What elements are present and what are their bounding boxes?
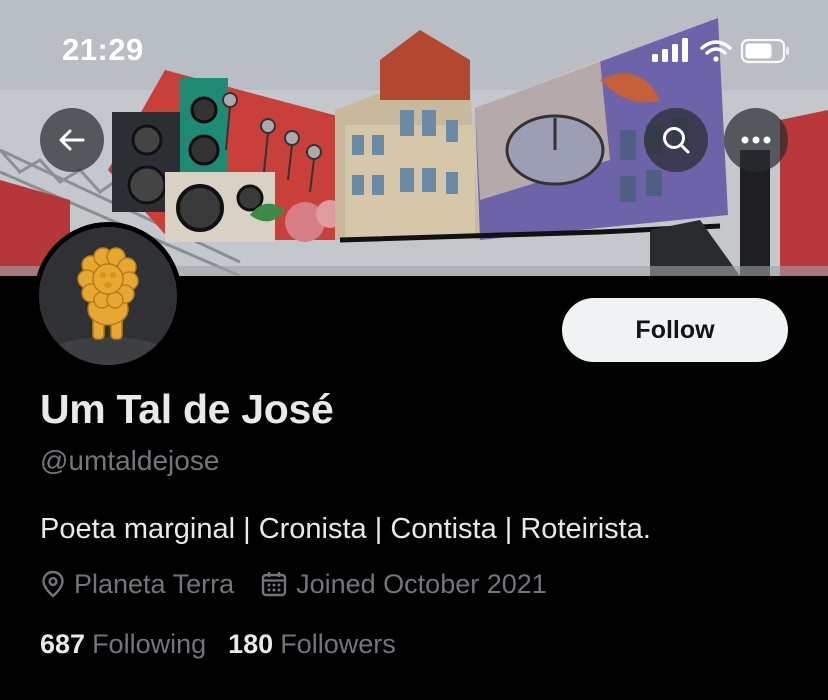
cellular-signal-icon: [652, 38, 688, 62]
wifi-icon: [700, 40, 732, 62]
joined-date-item: Joined October 2021: [260, 569, 547, 600]
follow-button[interactable]: Follow: [562, 298, 788, 362]
avatar-image: [39, 227, 177, 365]
status-icons: [652, 38, 789, 64]
display-name: Um Tal de José: [40, 386, 334, 432]
back-button[interactable]: [40, 108, 104, 172]
followers-stat[interactable]: 180 Followers: [228, 629, 396, 660]
username-handle: @umtaldejose: [40, 445, 220, 476]
search-icon: [663, 127, 690, 154]
ellipsis-icon: [741, 136, 771, 144]
following-count: 687: [40, 628, 86, 659]
battery-icon: [740, 38, 789, 64]
profile-meta: Planeta Terra Joined October 2021: [40, 566, 573, 602]
search-button[interactable]: [644, 108, 708, 172]
joined-date-text: Joined October 2021: [296, 568, 547, 599]
location-pin-icon: [42, 570, 64, 598]
calendar-icon: [261, 572, 287, 597]
more-options-button[interactable]: [724, 108, 788, 172]
following-stat[interactable]: 687 Following: [40, 629, 206, 660]
status-time: 21:29: [62, 32, 144, 67]
arrow-left-icon: [59, 129, 85, 151]
followers-count: 180: [228, 628, 274, 659]
follow-stats: 687 Following 180 Followers: [40, 626, 418, 662]
following-label: Following: [92, 628, 207, 659]
followers-label: Followers: [280, 628, 396, 659]
location-item: Planeta Terra: [40, 569, 234, 600]
location-text: Planeta Terra: [74, 568, 235, 599]
avatar[interactable]: [34, 222, 182, 370]
status-bar: 21:29: [0, 0, 828, 100]
profile-bio: Poeta marginal | Cronista | Contista | R…: [40, 513, 651, 545]
